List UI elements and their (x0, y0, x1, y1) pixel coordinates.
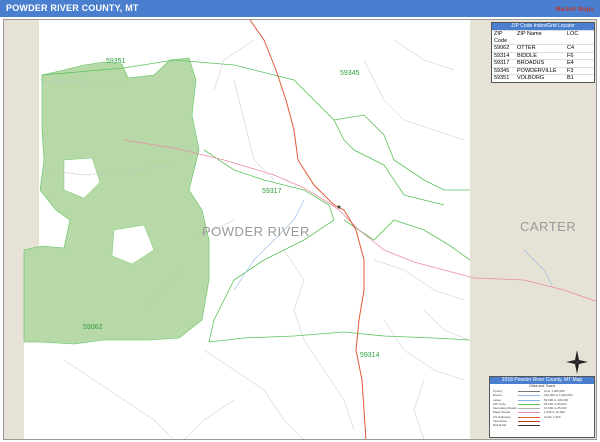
zip-table-header: ZIP Code ZIP Name LOC (492, 30, 594, 44)
zip-index-table: ZIP Code Index/Grid Locator ZIP Code ZIP… (491, 22, 595, 83)
map-page: POWDER RIVER COUNTY, MT Market Maps 5935… (0, 0, 600, 442)
legend-swatch (518, 408, 540, 410)
legend-swatch (518, 403, 540, 405)
zip-name-cell: BROADUS (517, 60, 545, 66)
zip-name-cell: POWDERVILLE (517, 67, 557, 74)
zip-loc-cell: B1 (567, 75, 574, 81)
compass-rose-icon (566, 350, 588, 374)
county-label-powder-river: POWDER RIVER (202, 224, 310, 239)
zip-label: 59314 (360, 352, 380, 359)
zip-code-cell: 59351 (494, 75, 510, 81)
zip-label: 59317 (262, 188, 282, 195)
zip-code-cell: 59317 (494, 60, 510, 66)
zip-table-row: 59314 BIDDLE F6 (492, 51, 594, 60)
legend-swatch (518, 391, 540, 392)
zip-header-code: ZIP Code (494, 31, 508, 44)
zip-loc-cell: C4 (567, 45, 575, 51)
national-forest (23, 57, 210, 345)
zip-table-row: 59317 BROADUS E4 (492, 59, 594, 67)
county-label-carter: CARTER (520, 219, 576, 234)
map-title: POWDER RIVER COUNTY, MT (6, 3, 139, 13)
zip-table-row: 59062 OTTER C4 (492, 44, 594, 52)
zip-loc-cell: E4 (567, 60, 574, 66)
zip-code-cell: 59062 (494, 45, 510, 51)
zip-name-cell: BIDDLE (517, 52, 537, 59)
zip-label: 59351 (106, 58, 126, 65)
legend-swatch (518, 425, 540, 427)
zip-code-cell: 59345 (494, 67, 510, 74)
legend-swatch (518, 416, 540, 418)
legend-swatch (518, 395, 540, 397)
legend-title: 2018 Powder River County, MT Map (490, 377, 594, 384)
zip-loc-cell: F3 (567, 67, 574, 74)
zip-name-cell: VOLBORG (517, 75, 545, 81)
zip-label: 59345 (340, 70, 360, 77)
map-legend: 2018 Powder River County, MT Map Cities … (489, 376, 595, 438)
zip-table-row: 59345 POWDERVILLE F3 (492, 66, 594, 75)
zip-loc-cell: F6 (567, 52, 574, 59)
zip-header-name: ZIP Name (517, 31, 542, 37)
legend-row: Rail Road (490, 423, 594, 427)
zip-table-row: 59351 VOLBORG B1 (492, 74, 594, 82)
legend-label: Rail Road (493, 423, 507, 428)
title-bar: POWDER RIVER COUNTY, MT Market Maps (0, 0, 600, 17)
zip-header-loc: LOC (567, 31, 579, 37)
legend-swatch (518, 421, 540, 423)
legend-swatch (518, 399, 540, 401)
zip-label: 59062 (83, 324, 103, 331)
legend-swatch (518, 412, 540, 414)
zip-table-title: ZIP Code Index/Grid Locator (492, 23, 594, 30)
town-marker (337, 205, 341, 209)
brand-logo: Market Maps (555, 7, 594, 13)
zip-name-cell: OTTER (517, 45, 536, 51)
zip-code-cell: 59314 (494, 52, 510, 59)
